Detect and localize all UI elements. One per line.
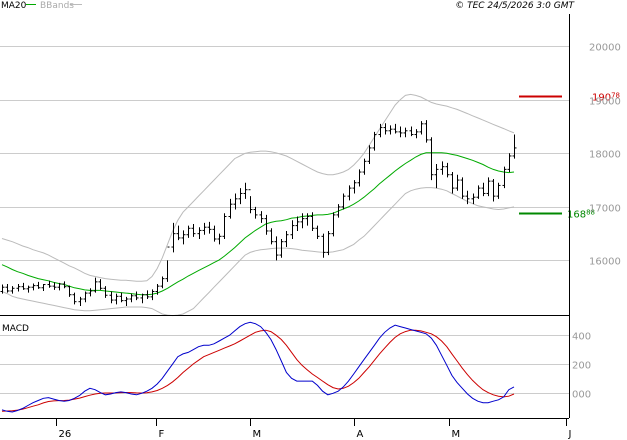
x-tick-label: M [253, 429, 262, 440]
macd-title: MACD [2, 324, 29, 334]
price-tick-label: 20000 [589, 43, 621, 54]
x-tick-label: J [568, 429, 572, 440]
x-tick-label: 26 [59, 429, 72, 440]
price-tick-label: 18000 [589, 150, 621, 161]
macd-tick-label: 000 [572, 390, 591, 401]
macd-tick-label: 400 [572, 332, 591, 343]
price-tick-label: 19000 [589, 97, 621, 108]
stock-chart: 1907816888 1600017000180001900020000 MA2… [0, 0, 627, 440]
x-tick-label: A [357, 429, 364, 440]
price-tick-label: 16000 [589, 257, 621, 268]
x-tick-label: M [452, 429, 461, 440]
copyright-timestamp: © TEC 24/5/2026 3:0 GMT [455, 1, 575, 11]
bbands-legend-label: BBands [40, 1, 74, 11]
ma20-legend-label: MA20 [1, 1, 27, 11]
price-tick-label: 17000 [589, 204, 621, 215]
chart-background [0, 0, 627, 440]
macd-tick-label: 200 [572, 361, 591, 372]
x-tick-label: F [159, 429, 165, 440]
macd-y-axis: 000 200 400 [572, 332, 591, 401]
